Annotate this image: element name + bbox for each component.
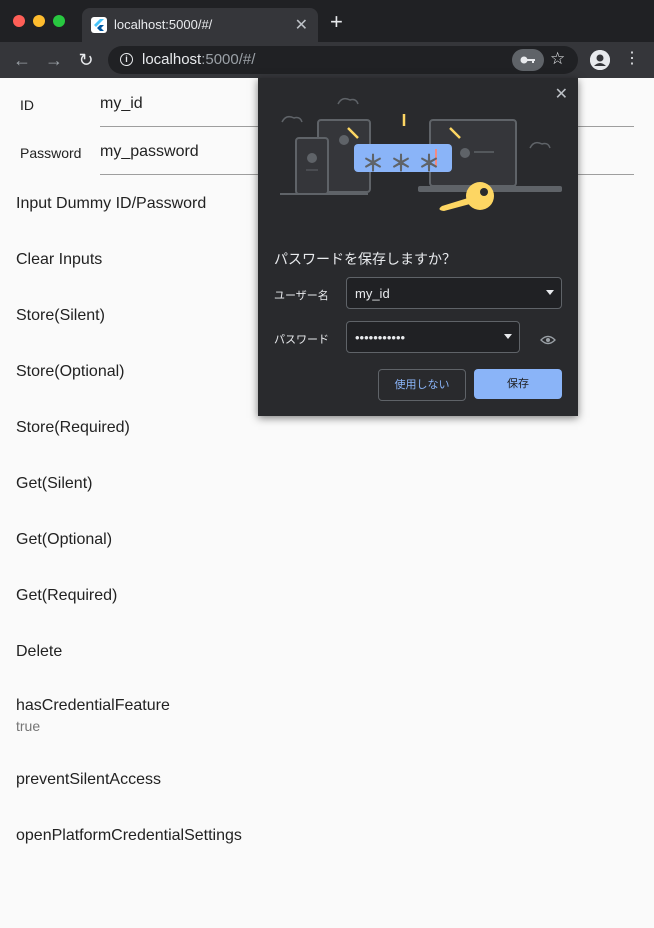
password-select[interactable]: ••••••••••• (346, 321, 520, 353)
password-select-label: パスワード (274, 334, 329, 346)
password-input[interactable]: my_password (100, 143, 199, 161)
id-label: ID (20, 97, 34, 113)
open-platform-credential-settings-button[interactable]: openPlatformCredentialSettings (16, 827, 242, 845)
tab-close-icon[interactable]: ✕ (295, 15, 308, 35)
username-select[interactable]: my_id (346, 277, 562, 309)
new-tab-button[interactable]: + (330, 11, 343, 33)
tab-bar: localhost:5000/#/ ✕ + (0, 0, 654, 42)
id-input[interactable]: my_id (100, 95, 143, 113)
back-button[interactable]: ← (12, 50, 32, 70)
has-credential-feature-button[interactable]: hasCredentialFeature (16, 697, 170, 715)
dialog-close-icon[interactable]: ✕ (555, 84, 568, 104)
prevent-silent-access-button[interactable]: preventSilentAccess (16, 771, 161, 789)
site-info-icon[interactable]: i (120, 53, 133, 66)
has-credential-feature-value: true (16, 718, 41, 734)
browser-menu-icon[interactable]: ⋮ (624, 49, 640, 69)
store-silent-button[interactable]: Store(Silent) (16, 307, 105, 325)
store-optional-button[interactable]: Store(Optional) (16, 363, 125, 381)
save-button[interactable]: 保存 (474, 369, 562, 399)
never-save-button[interactable]: 使用しない (378, 369, 466, 401)
url-text[interactable]: localhost:5000/#/ (142, 51, 255, 68)
dialog-title: パスワードを保存しますか？ (274, 251, 456, 267)
password-label: Password (20, 145, 82, 161)
flutter-favicon-icon (91, 17, 107, 33)
window-maximize-button[interactable] (53, 15, 65, 27)
show-password-eye-icon[interactable] (540, 332, 556, 348)
delete-button[interactable]: Delete (16, 643, 62, 661)
get-silent-button[interactable]: Get(Silent) (16, 475, 92, 493)
username-label: ユーザー名 (274, 290, 329, 302)
clear-inputs-button[interactable]: Clear Inputs (16, 251, 102, 269)
chevron-down-icon (504, 334, 512, 339)
get-required-button[interactable]: Get(Required) (16, 587, 117, 605)
save-password-dialog: ＊＊＊ ✕ パスワードを保存しますか？ ユーザー名 my_id パスワード ••… (258, 78, 578, 416)
window-close-button[interactable] (13, 15, 25, 27)
reload-button[interactable]: ↻ (76, 50, 96, 70)
url-host: localhost (142, 51, 202, 68)
username-value: my_id (355, 286, 390, 301)
browser-toolbar: ← → ↻ i localhost:5000/#/ ☆ ⋮ (0, 42, 654, 78)
input-dummy-button[interactable]: Input Dummy ID/Password (16, 195, 206, 213)
url-path: :5000/#/ (201, 51, 256, 68)
password-masked-value: ••••••••••• (355, 330, 406, 345)
browser-tab[interactable]: localhost:5000/#/ ✕ (82, 8, 318, 42)
store-required-button[interactable]: Store(Required) (16, 419, 130, 437)
window-minimize-button[interactable] (33, 15, 45, 27)
profile-avatar-icon[interactable] (590, 50, 610, 70)
forward-button[interactable]: → (44, 50, 64, 70)
address-bar[interactable]: i localhost:5000/#/ ☆ (108, 46, 578, 74)
masked-password-graphic: ＊＊＊ (362, 151, 447, 176)
tab-title: localhost:5000/#/ (114, 17, 213, 32)
chevron-down-icon (546, 290, 554, 295)
password-key-icon[interactable] (512, 49, 544, 71)
bookmark-star-icon[interactable]: ☆ (550, 49, 565, 69)
get-optional-button[interactable]: Get(Optional) (16, 531, 112, 549)
